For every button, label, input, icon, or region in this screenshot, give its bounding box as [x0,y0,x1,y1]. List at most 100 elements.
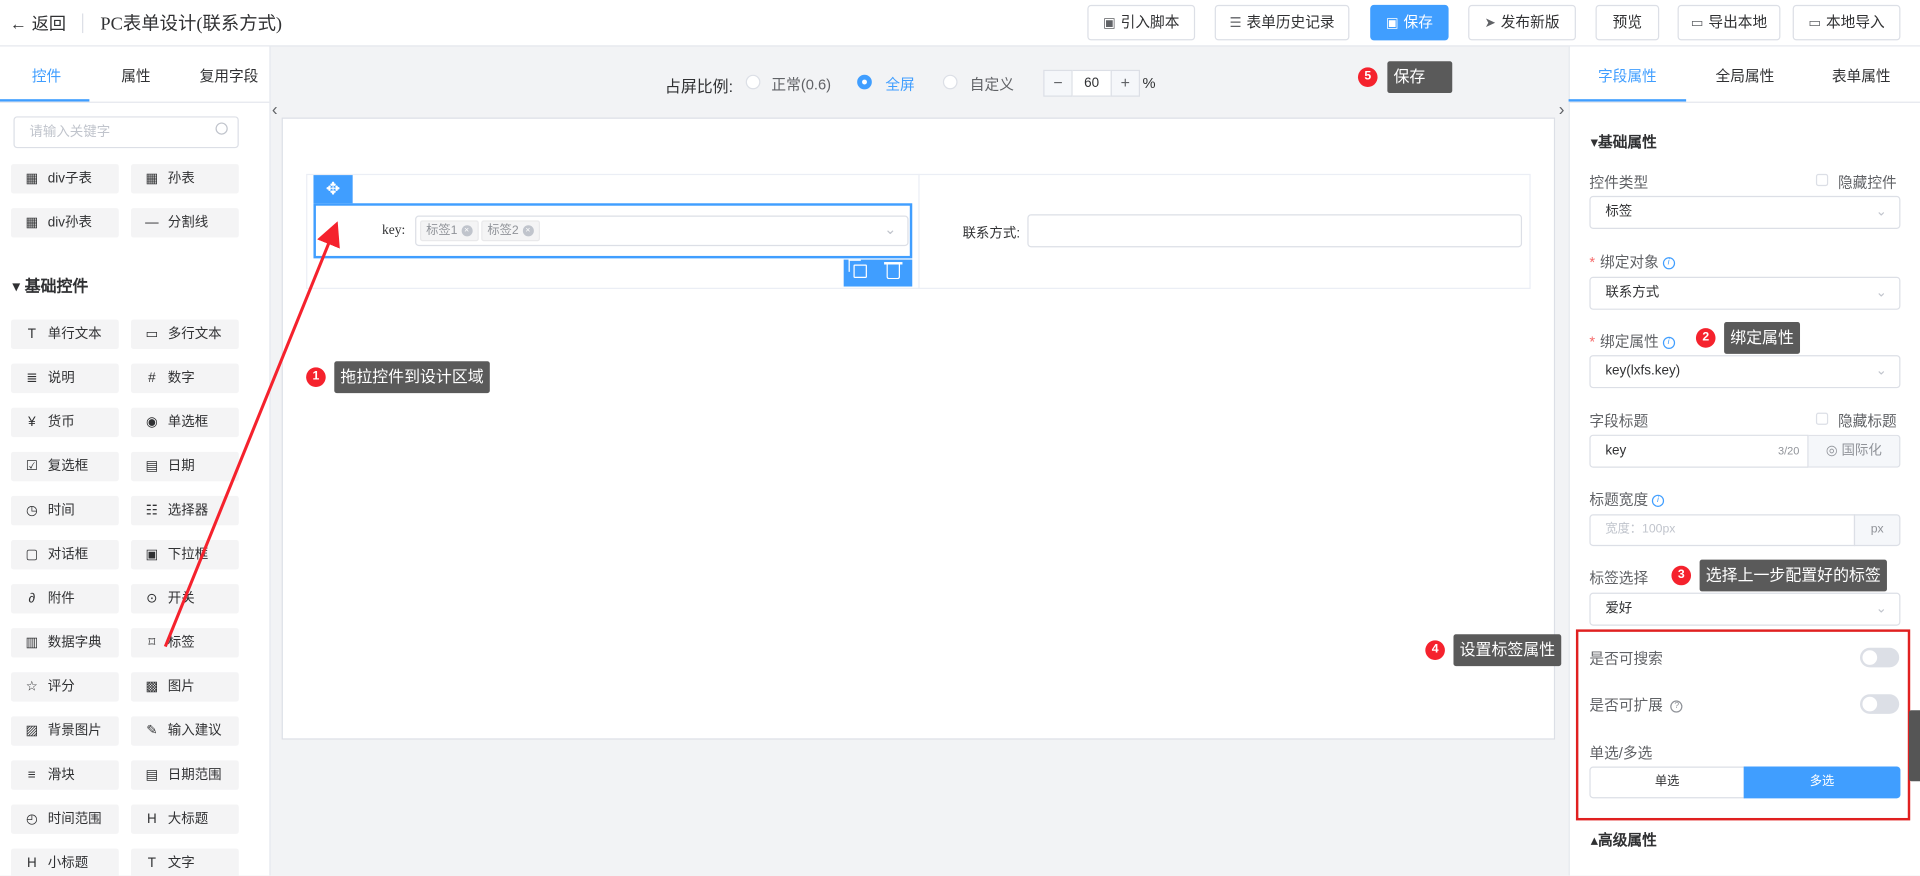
tag-select-dropdown[interactable]: 爱好 ⌄ [1589,592,1901,626]
basic-properties-header[interactable]: ▾基础属性 [1591,131,1657,152]
ratio-option-custom[interactable]: 自定义 [970,73,1014,94]
widget-label: 附件 [47,591,75,607]
widget-button[interactable]: ☑ 复选框 [11,451,119,482]
grid-icon: ▦ [25,215,39,231]
step-tooltip: 保存 [1387,61,1453,94]
collapse-left-icon[interactable]: ‹ [272,99,278,119]
tab-reuse-fields[interactable]: 复用字段 [200,65,259,86]
widget-button[interactable]: ◉ 单选框 [131,407,239,438]
widget-button[interactable]: ▥ 数据字典 [11,628,119,658]
widget-button[interactable]: ▣ 下拉框 [131,540,239,570]
widget-button[interactable]: ¥ 货币 [11,407,119,438]
image-icon: ▩ [145,679,159,695]
remove-tag-icon[interactable]: × [461,225,473,237]
field-title-input[interactable]: key [1589,434,1809,468]
widget-button[interactable]: ▭ 多行文本 [131,319,239,349]
info-icon[interactable]: i [1662,336,1675,349]
widget-button[interactable]: ▢ 对话框 [11,540,119,570]
widget-button[interactable]: ▦ div孙表 [11,208,119,238]
widget-button[interactable]: ☆ 评分 [11,672,119,702]
widget-button[interactable]: ▩ 图片 [131,672,239,702]
widget-button[interactable]: ∂ 附件 [11,584,119,614]
hide-control-checkbox[interactable] [1815,173,1829,187]
widget-button[interactable]: ▨ 背景图片 [11,716,119,746]
widget-button[interactable]: ▦ div子表 [11,164,119,194]
widget-button[interactable]: T 单行文本 [11,319,119,349]
widget-button[interactable]: ⌑ 标签 [131,628,239,658]
widget-button[interactable]: ◴ 时间范围 [11,804,119,834]
widget-button[interactable]: ✎ 输入建议 [131,716,239,746]
step-badge: 2 [1695,328,1716,348]
bind-attribute-select[interactable]: key(lxfs.key) ⌄ [1589,355,1901,389]
search-icon[interactable] [215,122,228,135]
form-history-button[interactable]: ☰ 表单历史记录 [1214,4,1350,41]
hide-title-checkbox[interactable] [1815,412,1829,425]
ratio-radio-custom[interactable] [942,74,958,90]
text-block-icon: T [147,855,156,871]
widget-button[interactable]: T 文字 [131,848,239,876]
title-width-input[interactable]: 宽度：100px [1589,514,1856,547]
tab-field-properties[interactable]: 字段属性 [1598,65,1657,86]
move-handle-icon[interactable]: ✥ [313,175,353,204]
widget-label: 多行文本 [167,326,222,342]
zoom-plus-button[interactable]: + [1110,69,1141,97]
widget-button[interactable]: — 分割线 [131,208,239,238]
widget-button[interactable]: H 小标题 [11,848,119,876]
tab-form-properties[interactable]: 表单属性 [1832,65,1891,86]
chevron-down-icon: ⌄ [1875,601,1887,616]
widget-button[interactable]: ◷ 时间 [11,495,119,526]
import-script-button[interactable]: ▣ 引入脚本 [1087,4,1196,41]
widget-button[interactable]: # 数字 [131,363,239,394]
searchable-toggle[interactable] [1860,647,1900,668]
widget-button[interactable]: ≣ 说明 [11,363,119,394]
basic-controls-header[interactable]: ▾ 基础控件 [12,273,88,296]
info-icon[interactable]: i [1651,494,1665,507]
expandable-toggle[interactable] [1860,694,1900,714]
collapse-right-icon[interactable]: › [1559,99,1565,119]
widget-button[interactable]: ⊙ 开关 [131,584,239,614]
bind-object-select[interactable]: 联系方式 ⌄ [1589,276,1901,310]
tab-global-properties[interactable]: 全局属性 [1716,65,1775,86]
widget-search-input[interactable] [13,116,239,149]
widget-label: 货币 [47,415,75,430]
i18n-button[interactable]: ◎ 国际化 [1808,434,1901,468]
widget-button[interactable]: ≡ 滑块 [11,760,119,790]
widget-button[interactable]: ☷ 选择器 [131,495,239,526]
preview-button[interactable]: 预览 [1595,4,1660,41]
advanced-properties-header[interactable]: ▴高级属性 [1591,829,1657,850]
info-icon[interactable]: i [1662,256,1675,270]
tab-attributes[interactable]: 属性 [121,65,150,86]
publish-button[interactable]: ➤ 发布新版 [1468,4,1576,41]
side-scroll-handle[interactable] [1908,710,1920,782]
widget-label: 背景图片 [47,723,102,739]
single-select-option[interactable]: 单选 [1589,766,1745,799]
multi-select-option[interactable]: 多选 [1743,766,1901,799]
tab-controls[interactable]: 控件 [32,65,61,86]
field-key-label: key: [382,222,406,238]
widget-button[interactable]: ▤ 日期范围 [131,760,239,790]
copy-icon[interactable] [848,259,867,278]
help-icon[interactable]: ? [1670,700,1683,713]
contact-input[interactable] [1027,214,1523,248]
widget-label: 对话框 [47,547,89,563]
ratio-option-fullscreen[interactable]: 全屏 [885,73,914,94]
export-local-button[interactable]: ▭ 导出本地 [1677,4,1781,41]
widget-label: 时间范围 [47,811,102,827]
zoom-input[interactable]: 60 [1072,69,1111,97]
widget-button[interactable]: ▤ 日期 [131,451,239,482]
import-local-button[interactable]: ▭ 本地导入 [1792,4,1901,41]
widget-button[interactable]: ▦ 孙表 [131,164,239,194]
remove-tag-icon[interactable]: × [522,225,534,237]
ratio-radio-fullscreen[interactable] [857,74,872,90]
globe-icon: ◎ [1825,443,1838,458]
save-button[interactable]: ▣ 保存 [1370,4,1449,41]
widget-button[interactable]: H 大标题 [131,804,239,834]
back-button[interactable]: ← 返回 [10,11,66,35]
ratio-radio-normal[interactable] [745,74,761,90]
zoom-minus-button[interactable]: − [1043,69,1073,97]
ratio-option-normal[interactable]: 正常(0.6) [771,73,831,94]
delete-icon[interactable] [884,262,903,280]
control-type-select[interactable]: 标签 ⌄ [1589,195,1901,229]
widget-label: 开关 [167,591,195,607]
chevron-down-icon[interactable]: ⌄ [884,220,896,237]
